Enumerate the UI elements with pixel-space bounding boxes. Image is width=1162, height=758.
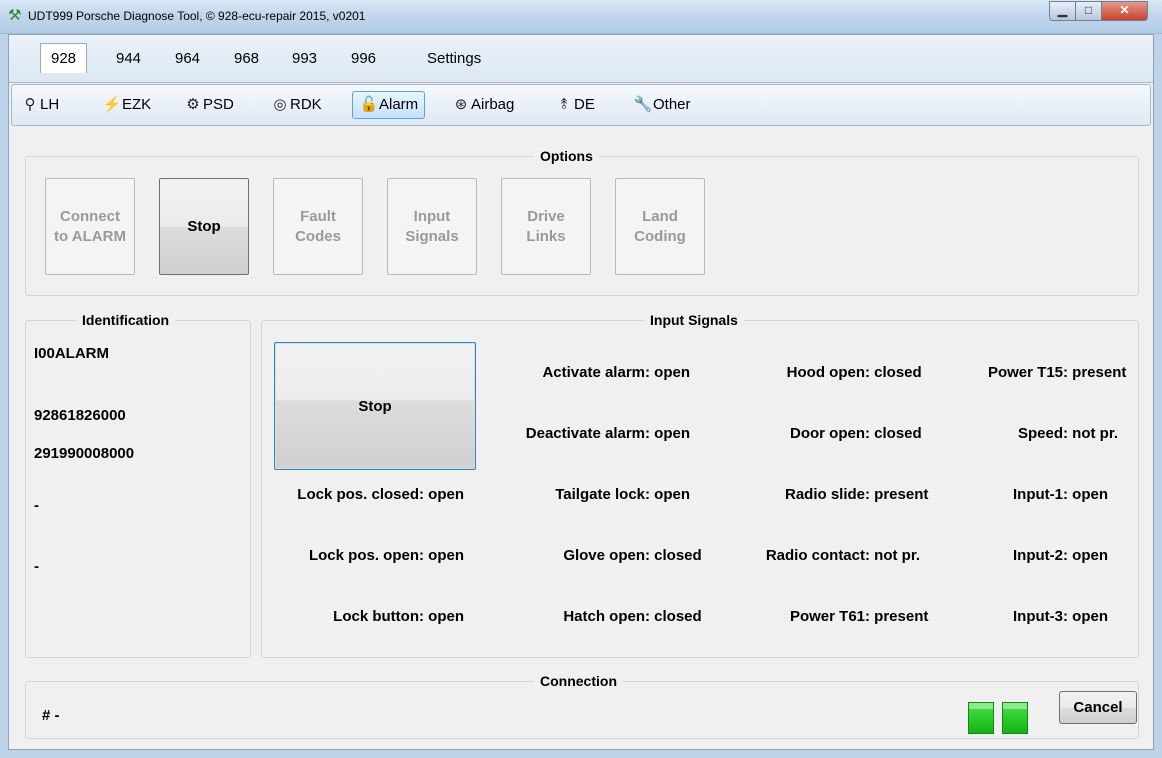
signal-lock-button: Lock button: open	[333, 608, 465, 625]
input-signals-title: Input Signals	[644, 312, 744, 328]
tool-label: LH	[40, 96, 60, 113]
tool-lh[interactable]: ⚲ LH	[14, 91, 65, 119]
connection-status: # -	[42, 707, 60, 724]
land-coding-button[interactable]: Land Coding	[615, 178, 705, 275]
tool-other[interactable]: 🔧Other	[627, 91, 697, 119]
signal-door-open: Door open: closed	[790, 425, 922, 442]
identification-group: Identification I00ALARM 92861826000 2919…	[25, 312, 251, 658]
main-window: 928 944 964 968 993 996 Settings ⚲ LH ⚡EZ…	[8, 34, 1154, 750]
tool-ezk[interactable]: ⚡EZK	[96, 91, 157, 119]
signal-radio-contact: Radio contact: not pr.	[765, 547, 920, 564]
connection-group: Connection # - Cancel	[25, 673, 1139, 739]
options-group: Options Connect to ALARM Stop Fault Code…	[25, 148, 1139, 296]
tool-airbag[interactable]: ⊛ Airbag	[445, 91, 520, 119]
spark-plug-icon: ⚡	[102, 96, 122, 113]
tool-label: DE	[574, 96, 595, 113]
tab-928[interactable]: 928	[40, 43, 88, 73]
gears-icon: ⚙	[186, 96, 200, 113]
window-controls: ▁ □ ✕	[1049, 1, 1148, 21]
tool-label: Alarm	[379, 96, 419, 113]
signal-power-t61: Power T61: present	[789, 608, 929, 625]
signal-input-2: Input-2: open	[1013, 547, 1109, 564]
tool-psd[interactable]: ⚙ PSD	[177, 91, 240, 119]
fault-codes-button[interactable]: Fault Codes	[273, 178, 363, 275]
tab-996[interactable]: 996	[344, 47, 383, 71]
steering-wheel-icon: ⊛	[454, 96, 468, 113]
tool-label: EZK	[122, 96, 152, 113]
cancel-button[interactable]: Cancel	[1059, 691, 1137, 724]
tab-settings[interactable]: Settings	[420, 47, 488, 71]
module-toolbar: ⚲ LH ⚡EZK ⚙ PSD ◎ RDK 🔓Alarm ⊛ Airbag ⥉ DE 🔧O…	[11, 84, 1151, 126]
connector-icon: ⥉	[560, 96, 568, 113]
id-field-5: -	[34, 558, 39, 575]
signal-power-t15: Power T15: present	[987, 364, 1127, 381]
close-button[interactable]: ✕	[1102, 1, 1148, 21]
signal-input-1: Input-1: open	[1013, 486, 1109, 503]
signal-lock-pos-closed: Lock pos. closed: open	[297, 486, 465, 503]
serial-number: 291990008000	[34, 445, 135, 462]
id-field-4: -	[34, 497, 39, 514]
tool-label: Other	[653, 96, 691, 113]
signal-speed: Speed: not pr.	[1017, 425, 1118, 442]
signal-lock-pos-open: Lock pos. open: open	[308, 547, 465, 564]
tab-993[interactable]: 993	[285, 47, 324, 71]
input-signals-group: Input Signals Stop Lock pos. closed: ope…	[261, 312, 1139, 658]
tab-944[interactable]: 944	[109, 47, 148, 71]
tool-alarm[interactable]: 🔓Alarm	[352, 91, 426, 119]
tool-de[interactable]: ⥉ DE	[548, 91, 601, 119]
padlock-open-icon: 🔓	[359, 96, 379, 113]
signal-activate-alarm: Activate alarm: open	[542, 364, 691, 381]
drive-links-button[interactable]: Drive Links	[501, 178, 591, 275]
minimize-button[interactable]: ▁	[1049, 1, 1076, 21]
signal-hatch-open: Hatch open: closed	[563, 608, 702, 625]
wrench-icon: 🔧	[633, 96, 653, 113]
options-title: Options	[534, 148, 599, 164]
input-signals-button[interactable]: Input Signals	[387, 178, 477, 275]
connect-button[interactable]: Connect to ALARM	[45, 178, 135, 275]
tire-icon: ◎	[273, 96, 287, 113]
signal-deactivate-alarm: Deactivate alarm: open	[525, 425, 691, 442]
signal-hood-open: Hood open: closed	[786, 364, 922, 381]
signal-glove-open: Glove open: closed	[563, 547, 702, 564]
maximize-button[interactable]: □	[1076, 1, 1102, 21]
ecu-id: I00ALARM	[34, 345, 110, 362]
connection-title: Connection	[534, 673, 623, 689]
model-tabs: 928 944 964 968 993 996 Settings	[9, 35, 1153, 83]
tool-label: RDK	[290, 96, 322, 113]
window-title: UDT999 Porsche Diagnose Tool, © 928-ecu-…	[28, 9, 366, 23]
tool-label: Airbag	[471, 96, 515, 113]
status-led-2	[1002, 702, 1028, 734]
identification-title: Identification	[76, 312, 176, 328]
status-led-1	[968, 702, 994, 734]
tab-968[interactable]: 968	[227, 47, 266, 71]
tool-label: PSD	[203, 96, 234, 113]
injector-icon: ⚲	[24, 96, 36, 113]
stop-button[interactable]: Stop	[159, 178, 249, 275]
signal-radio-slide: Radio slide: present	[784, 486, 929, 503]
app-icon: ⚒	[8, 7, 22, 24]
signal-tailgate-lock: Tailgate lock: open	[555, 486, 691, 503]
part-number: 92861826000	[34, 407, 126, 424]
title-bar: ⚒ UDT999 Porsche Diagnose Tool, © 928-ec…	[0, 0, 1162, 34]
signals-stop-button[interactable]: Stop	[274, 342, 476, 470]
signal-input-3: Input-3: open	[1013, 608, 1109, 625]
tab-964[interactable]: 964	[168, 47, 207, 71]
tool-rdk[interactable]: ◎ RDK	[264, 91, 328, 119]
